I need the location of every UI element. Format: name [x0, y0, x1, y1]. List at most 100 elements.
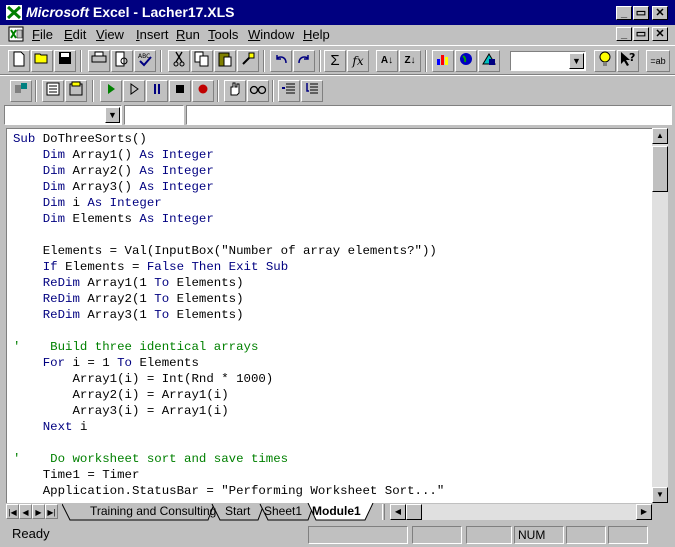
- horizontal-scrollbar[interactable]: ◀ ▶: [390, 504, 652, 520]
- object-dropdown[interactable]: ▼: [4, 105, 122, 125]
- zoom-combo[interactable]: ▼: [510, 51, 586, 71]
- first-sheet-icon[interactable]: |◀: [6, 504, 19, 519]
- menu-insert[interactable]: Insert: [136, 27, 169, 42]
- code-line[interactable]: Elements = Val(InputBox("Number of array…: [13, 243, 652, 259]
- code-line[interactable]: [13, 435, 652, 451]
- menu-view[interactable]: View: [96, 27, 124, 42]
- insert-module-button[interactable]: [10, 80, 32, 102]
- code-line[interactable]: ' Build three identical arrays: [13, 339, 652, 355]
- save-button[interactable]: [54, 50, 76, 72]
- open-button[interactable]: [31, 50, 53, 72]
- code-line[interactable]: Sub DoThreeSorts(): [13, 131, 652, 147]
- function-wizard-button[interactable]: fx: [347, 50, 369, 72]
- doc-close-button[interactable]: ✕: [652, 27, 668, 41]
- doc-restore-button[interactable]: ▭: [633, 27, 649, 41]
- help-button[interactable]: ?: [617, 50, 639, 72]
- excel-app-icon[interactable]: [6, 5, 22, 20]
- record-macro-button[interactable]: [192, 80, 214, 102]
- menu-run[interactable]: Run: [176, 27, 200, 42]
- code-line[interactable]: [13, 323, 652, 339]
- code-line[interactable]: For i = 1 To Elements: [13, 355, 652, 371]
- code-line[interactable]: Dim Array2() As Integer: [13, 163, 652, 179]
- tab-split-handle[interactable]: [382, 504, 385, 520]
- code-line[interactable]: Array3(i) = Array1(i): [13, 403, 652, 419]
- menu-file[interactable]: File: [32, 27, 53, 42]
- code-line[interactable]: Dim Array1() As Integer: [13, 147, 652, 163]
- chart-wizard-button[interactable]: [432, 50, 454, 72]
- vertical-scrollbar[interactable]: ▲ ▼: [652, 128, 668, 503]
- step-macro-button[interactable]: [123, 80, 145, 102]
- restore-button[interactable]: ▭: [633, 6, 649, 20]
- cut-button[interactable]: [168, 50, 190, 72]
- last-sheet-icon[interactable]: ▶|: [45, 504, 58, 519]
- code-line[interactable]: Time1 = Timer: [13, 467, 652, 483]
- code-line[interactable]: ReDim Array1(1 To Elements): [13, 275, 652, 291]
- scroll-left-arrow-icon[interactable]: ◀: [390, 504, 406, 520]
- drawing-button[interactable]: [478, 50, 500, 72]
- scroll-thumb[interactable]: [652, 146, 668, 192]
- scroll-down-arrow-icon[interactable]: ▼: [652, 487, 668, 503]
- prev-sheet-icon[interactable]: ◀: [19, 504, 32, 519]
- code-line[interactable]: ReDim Array2(1 To Elements): [13, 291, 652, 307]
- document-icon[interactable]: [8, 26, 24, 42]
- code-line[interactable]: Dim Elements As Integer: [13, 211, 652, 227]
- instant-watch-button[interactable]: [247, 80, 269, 102]
- code-line[interactable]: Dim Array3() As Integer: [13, 179, 652, 195]
- chevron-down-icon[interactable]: ▼: [105, 107, 120, 123]
- title-bar[interactable]: Microsoft Excel - Lacher17.XLS _ ▭ ✕: [0, 0, 675, 25]
- code-line[interactable]: Dim i As Integer: [13, 195, 652, 211]
- new-button[interactable]: [8, 50, 30, 72]
- scroll-right-arrow-icon[interactable]: ▶: [636, 504, 652, 520]
- sort-descending-button[interactable]: Z↓: [399, 50, 421, 72]
- copy-button[interactable]: [191, 50, 213, 72]
- module-code[interactable]: Sub DoThreeSorts() Dim Array1() As Integ…: [7, 129, 652, 499]
- menu-edit[interactable]: Edit: [64, 27, 86, 42]
- undo-button[interactable]: [270, 50, 292, 72]
- code-line[interactable]: Application.StatusBar = "Performing Work…: [13, 483, 652, 499]
- menu-editor-button[interactable]: [42, 80, 64, 102]
- run-macro-button[interactable]: [100, 80, 122, 102]
- procedure-field[interactable]: [124, 105, 184, 125]
- map-button[interactable]: [455, 50, 477, 72]
- menu-tools[interactable]: Tools: [208, 27, 238, 42]
- tipwizard-button[interactable]: [594, 50, 616, 72]
- code-line[interactable]: If Elements = False Then Exit Sub: [13, 259, 652, 275]
- close-button[interactable]: ✕: [652, 6, 668, 20]
- sort-ascending-button[interactable]: A↓: [376, 50, 398, 72]
- spelling-button[interactable]: ABC: [134, 50, 156, 72]
- print-preview-button[interactable]: [111, 50, 133, 72]
- sheet-tab-training[interactable]: Training and Consulting: [90, 504, 216, 520]
- next-sheet-icon[interactable]: ▶: [32, 504, 45, 519]
- hscroll-thumb[interactable]: [406, 504, 422, 520]
- menu-window[interactable]: Window: [248, 27, 294, 42]
- text-box-button[interactable]: =ab: [646, 50, 670, 72]
- code-line[interactable]: ' Do worksheet sort and save times: [13, 451, 652, 467]
- minimize-button[interactable]: _: [616, 6, 632, 20]
- paste-button[interactable]: [214, 50, 236, 72]
- menu-help[interactable]: Help: [303, 27, 330, 42]
- code-line[interactable]: Next i: [13, 419, 652, 435]
- step-into-button[interactable]: [278, 80, 300, 102]
- code-line[interactable]: Array2(i) = Array1(i): [13, 387, 652, 403]
- resume-macro-button[interactable]: [146, 80, 168, 102]
- sheet-tab-sheet1[interactable]: Sheet1: [264, 504, 302, 520]
- formula-bar[interactable]: [186, 105, 672, 125]
- stop-macro-button[interactable]: [169, 80, 191, 102]
- code-text: Array2(): [72, 164, 140, 178]
- format-painter-button[interactable]: [237, 50, 259, 72]
- code-pane[interactable]: Sub DoThreeSorts() Dim Array1() As Integ…: [6, 128, 652, 503]
- doc-minimize-button[interactable]: _: [616, 27, 632, 41]
- scroll-up-arrow-icon[interactable]: ▲: [652, 128, 668, 144]
- sheet-tab-module1[interactable]: Module1: [312, 504, 361, 520]
- code-line[interactable]: Array1(i) = Int(Rnd * 1000): [13, 371, 652, 387]
- chevron-down-icon[interactable]: ▼: [569, 53, 584, 69]
- toggle-breakpoint-button[interactable]: [224, 80, 246, 102]
- redo-button[interactable]: [293, 50, 315, 72]
- code-line[interactable]: ReDim Array3(1 To Elements): [13, 307, 652, 323]
- print-button[interactable]: [88, 50, 110, 72]
- code-line[interactable]: [13, 227, 652, 243]
- autosum-button[interactable]: Σ: [324, 50, 346, 72]
- sheet-tab-start[interactable]: Start: [225, 504, 250, 520]
- object-browser-button[interactable]: [65, 80, 87, 102]
- step-over-button[interactable]: [301, 80, 323, 102]
